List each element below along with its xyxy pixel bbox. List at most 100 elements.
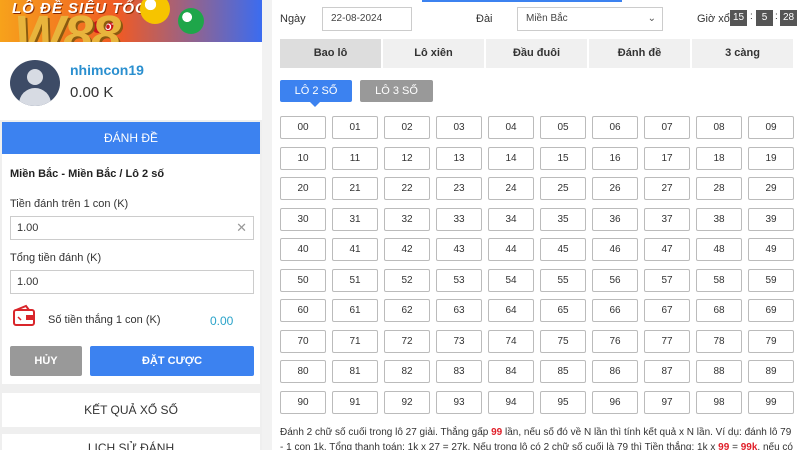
number-cell[interactable]: 40 [280,238,326,261]
tab-danh-de[interactable]: Đánh đề [589,39,690,68]
number-cell[interactable]: 61 [332,299,378,322]
number-cell[interactable]: 51 [332,268,378,292]
number-cell[interactable]: 95 [540,390,586,414]
number-cell[interactable]: 60 [280,299,326,322]
number-cell[interactable]: 99 [748,390,794,414]
number-cell[interactable]: 25 [540,177,586,200]
clear-icon[interactable]: ✕ [236,217,247,239]
number-cell[interactable]: 63 [436,299,482,322]
region-select[interactable]: Miền Bắc ⌄ [517,7,663,31]
number-cell[interactable]: 59 [748,268,794,292]
number-cell[interactable]: 13 [436,146,482,170]
number-cell[interactable]: 31 [332,207,378,231]
number-cell[interactable]: 47 [644,238,690,261]
number-cell[interactable]: 56 [592,268,638,292]
number-cell[interactable]: 93 [436,390,482,414]
number-cell[interactable]: 80 [280,360,326,383]
number-cell[interactable]: 02 [384,116,430,139]
number-cell[interactable]: 22 [384,177,430,200]
number-cell[interactable]: 04 [488,116,534,139]
number-cell[interactable]: 33 [436,207,482,231]
number-cell[interactable]: 24 [488,177,534,200]
number-cell[interactable]: 27 [644,177,690,200]
number-cell[interactable]: 78 [696,329,742,353]
number-cell[interactable]: 01 [332,116,378,139]
number-cell[interactable]: 75 [540,329,586,353]
number-cell[interactable]: 70 [280,329,326,353]
number-cell[interactable]: 50 [280,268,326,292]
number-cell[interactable]: 76 [592,329,638,353]
avatar[interactable] [10,60,60,106]
number-cell[interactable]: 44 [488,238,534,261]
place-bet-button[interactable]: ĐẶT CƯỢC [90,346,254,376]
number-cell[interactable]: 52 [384,268,430,292]
number-cell[interactable]: 72 [384,329,430,353]
number-cell[interactable]: 77 [644,329,690,353]
number-cell[interactable]: 38 [696,207,742,231]
number-cell[interactable]: 87 [644,360,690,383]
number-cell[interactable]: 23 [436,177,482,200]
number-cell[interactable]: 45 [540,238,586,261]
number-cell[interactable]: 46 [592,238,638,261]
number-cell[interactable]: 26 [592,177,638,200]
number-cell[interactable]: 06 [592,116,638,139]
number-cell[interactable]: 30 [280,207,326,231]
number-cell[interactable]: 49 [748,238,794,261]
number-cell[interactable]: 39 [748,207,794,231]
number-cell[interactable]: 12 [384,146,430,170]
number-cell[interactable]: 58 [696,268,742,292]
number-cell[interactable]: 68 [696,299,742,322]
sub-tab-lo-2-so[interactable]: LÔ 2 SỐ [280,80,352,102]
number-cell[interactable]: 11 [332,146,378,170]
number-cell[interactable]: 00 [280,116,326,139]
number-cell[interactable]: 07 [644,116,690,139]
number-cell[interactable]: 28 [696,177,742,200]
number-cell[interactable]: 89 [748,360,794,383]
number-cell[interactable]: 97 [644,390,690,414]
number-cell[interactable]: 48 [696,238,742,261]
number-cell[interactable]: 96 [592,390,638,414]
number-cell[interactable]: 67 [644,299,690,322]
number-cell[interactable]: 94 [488,390,534,414]
number-cell[interactable]: 34 [488,207,534,231]
number-cell[interactable]: 92 [384,390,430,414]
number-cell[interactable]: 08 [696,116,742,139]
number-cell[interactable]: 79 [748,329,794,353]
number-cell[interactable]: 54 [488,268,534,292]
number-cell[interactable]: 29 [748,177,794,200]
number-cell[interactable]: 42 [384,238,430,261]
number-cell[interactable]: 32 [384,207,430,231]
number-cell[interactable]: 20 [280,177,326,200]
number-cell[interactable]: 10 [280,146,326,170]
number-cell[interactable]: 83 [436,360,482,383]
number-cell[interactable]: 36 [592,207,638,231]
number-cell[interactable]: 41 [332,238,378,261]
number-cell[interactable]: 74 [488,329,534,353]
date-input[interactable]: 22-08-2024 [322,7,412,31]
number-cell[interactable]: 05 [540,116,586,139]
number-cell[interactable]: 69 [748,299,794,322]
number-cell[interactable]: 09 [748,116,794,139]
number-cell[interactable]: 19 [748,146,794,170]
lottery-results-button[interactable]: KẾT QUẢ XỔ SỐ [2,393,260,427]
number-cell[interactable]: 65 [540,299,586,322]
tab-lo-xien[interactable]: Lô xiên [383,39,484,68]
number-cell[interactable]: 81 [332,360,378,383]
total-input[interactable]: 1.00 [10,270,254,294]
number-cell[interactable]: 15 [540,146,586,170]
number-cell[interactable]: 17 [644,146,690,170]
number-cell[interactable]: 98 [696,390,742,414]
number-cell[interactable]: 18 [696,146,742,170]
stake-input[interactable]: 1.00 ✕ [10,216,254,240]
number-cell[interactable]: 62 [384,299,430,322]
bet-history-button[interactable]: LỊCH SỬ ĐÁNH [2,434,260,450]
number-cell[interactable]: 37 [644,207,690,231]
sub-tab-lo-3-so[interactable]: LÔ 3 SỐ [360,80,433,102]
number-cell[interactable]: 35 [540,207,586,231]
number-cell[interactable]: 57 [644,268,690,292]
tab-dau-duoi[interactable]: Đầu đuôi [486,39,587,68]
number-cell[interactable]: 55 [540,268,586,292]
cancel-button[interactable]: HỦY [10,346,82,376]
number-cell[interactable]: 84 [488,360,534,383]
number-cell[interactable]: 88 [696,360,742,383]
